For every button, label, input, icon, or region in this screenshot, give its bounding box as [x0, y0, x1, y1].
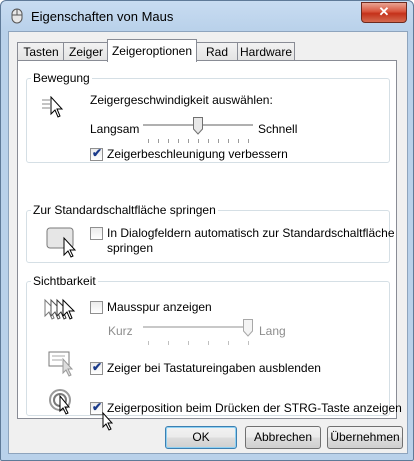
- hide-while-typing-label: Zeiger bei Tastatureingaben ausblenden: [107, 361, 321, 375]
- snapto-label-line2: springen: [107, 241, 154, 255]
- slider-tick: [168, 341, 169, 345]
- title-bar[interactable]: Eigenschaften von Maus ✕: [1, 1, 413, 31]
- window-title: Eigenschaften von Maus: [31, 9, 174, 24]
- movement-legend: Bewegung: [33, 71, 90, 85]
- speed-slider[interactable]: [143, 117, 253, 145]
- acceleration-checkbox[interactable]: ✔: [90, 146, 103, 161]
- mouse-properties-window: Eigenschaften von Maus ✕ Tasten Zeiger Z…: [0, 0, 414, 461]
- slider-tick: [188, 139, 189, 143]
- ok-button[interactable]: OK: [165, 426, 237, 449]
- check-mark-icon: ✔: [92, 146, 103, 160]
- hide-while-typing-checkbox[interactable]: ✔: [90, 360, 103, 375]
- show-location-label: Zeigerposition beim Drücken der STRG-Tas…: [107, 401, 402, 415]
- speed-slider-thumb[interactable]: [193, 117, 203, 135]
- tab-rad[interactable]: Rad: [195, 42, 239, 61]
- pointer-trails-icon: [44, 298, 76, 320]
- mouse-cursor-icon: [102, 412, 114, 431]
- slider-tick: [148, 139, 149, 143]
- slider-tick: [208, 139, 209, 143]
- pointer-options-panel: Bewegung Zeigergeschwindigkeit auswählen…: [17, 60, 402, 431]
- slider-tick: [148, 341, 149, 345]
- slider-tick: [248, 341, 249, 345]
- slider-tick: [198, 139, 199, 143]
- acceleration-label: Zeigerbeschleunigung verbessern: [107, 147, 288, 161]
- slider-tick: [158, 139, 159, 143]
- speed-label: Zeigergeschwindigkeit auswählen:: [90, 93, 273, 107]
- check-mark-icon: ✔: [92, 400, 103, 414]
- snapto-checkbox[interactable]: [90, 227, 103, 240]
- visibility-legend: Sichtbarkeit: [33, 274, 96, 288]
- fast-label: Schnell: [258, 122, 298, 136]
- snapto-legend: Zur Standardschaltfläche springen: [33, 203, 216, 217]
- slider-tick: [178, 139, 179, 143]
- slider-tick: [228, 139, 229, 143]
- slider-tick: [168, 139, 169, 143]
- slider-tick: [248, 139, 249, 143]
- trail-length-slider[interactable]: [143, 319, 253, 347]
- show-location-icon: [49, 389, 71, 415]
- slider-tick: [228, 341, 229, 345]
- slider-tick: [208, 341, 209, 345]
- mouse-icon: [11, 8, 23, 24]
- tab-tasten[interactable]: Tasten: [17, 42, 65, 61]
- pointer-trails-label: Mausspur anzeigen: [107, 300, 212, 314]
- tab-zeiger[interactable]: Zeiger: [63, 42, 109, 61]
- tab-zeigeroptionen[interactable]: Zeigeroptionen: [107, 39, 197, 62]
- pointer-trails-checkbox[interactable]: [90, 301, 103, 314]
- slider-tick: [238, 139, 239, 143]
- trail-length-slider-thumb[interactable]: [243, 319, 253, 337]
- snap-to-button-icon: [46, 227, 77, 258]
- cancel-button[interactable]: Abbrechen: [245, 426, 321, 449]
- pointer-speed-icon: [42, 96, 64, 118]
- long-label: Lang: [259, 324, 286, 338]
- slow-label: Langsam: [90, 122, 140, 136]
- close-button[interactable]: ✕: [361, 2, 407, 23]
- hide-pointer-icon: [48, 351, 74, 377]
- check-mark-icon: ✔: [92, 360, 103, 374]
- dialog-body: Tasten Zeiger Zeigeroptionen Rad Hardwar…: [8, 31, 408, 454]
- tab-hardware[interactable]: Hardware: [237, 42, 295, 61]
- short-label: Kurz: [108, 324, 133, 338]
- snapto-label-line1: In Dialogfeldern automatisch zur Standar…: [107, 226, 395, 240]
- slider-tick: [188, 341, 189, 345]
- apply-button[interactable]: Übernehmen: [327, 426, 403, 449]
- slider-tick: [218, 139, 219, 143]
